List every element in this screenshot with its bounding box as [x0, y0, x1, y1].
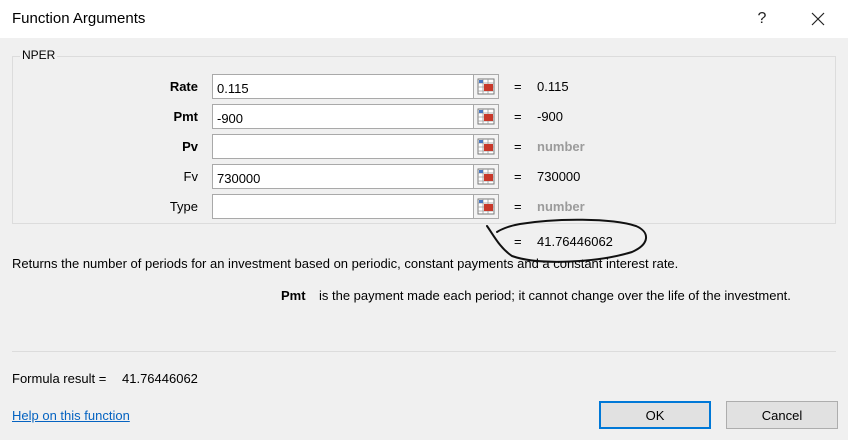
rate-range-button[interactable]: [473, 74, 499, 99]
type-range-button[interactable]: [473, 194, 499, 219]
pv-label: Pv: [182, 139, 198, 154]
close-button[interactable]: [804, 6, 832, 32]
fv-label: Fv: [183, 169, 198, 184]
pv-range-button[interactable]: [473, 134, 499, 159]
pv-input[interactable]: [212, 134, 474, 159]
arg-help-text: is the payment made each period; it cann…: [319, 288, 791, 303]
formula-result-value: 41.76446062: [122, 371, 198, 386]
collapse-range-icon: [477, 168, 495, 185]
cancel-button[interactable]: Cancel: [726, 401, 838, 429]
pmt-result: -900: [537, 109, 564, 124]
help-on-function-link[interactable]: Help on this function: [12, 408, 130, 423]
type-input[interactable]: [212, 194, 474, 219]
close-icon: [811, 12, 825, 26]
title-bar: Function Arguments ?: [0, 0, 848, 38]
ok-button[interactable]: OK: [599, 401, 711, 429]
pmt-equals: =: [514, 109, 522, 124]
collapse-range-icon: [477, 108, 495, 125]
collapse-range-icon: [477, 198, 495, 215]
dialog-title: Function Arguments: [12, 10, 146, 27]
result-equals: =: [514, 234, 522, 249]
type-label: Type: [169, 199, 198, 214]
arg-help-name: Pmt: [281, 288, 306, 303]
rate-result: 0.115: [537, 79, 569, 94]
function-description: Returns the number of periods for an inv…: [12, 256, 679, 271]
fv-result: 730000: [537, 169, 581, 184]
rate-label: Rate: [169, 79, 198, 94]
separator: [12, 351, 836, 352]
type-equals: =: [514, 199, 522, 214]
pmt-input[interactable]: [212, 104, 474, 129]
collapse-range-icon: [477, 78, 495, 95]
type-result: number: [537, 199, 585, 214]
function-result: 41.76446062: [537, 234, 613, 249]
help-button[interactable]: ?: [750, 6, 774, 32]
pmt-range-button[interactable]: [473, 104, 499, 129]
pv-equals: =: [514, 139, 522, 154]
formula-result-label: Formula result =: [12, 371, 107, 386]
pmt-label: Pmt: [173, 109, 198, 124]
pv-result: number: [537, 139, 585, 154]
fv-range-button[interactable]: [473, 164, 499, 189]
rate-input[interactable]: [212, 74, 474, 99]
fv-equals: =: [514, 169, 522, 184]
rate-equals: =: [514, 79, 522, 94]
collapse-range-icon: [477, 138, 495, 155]
fv-input[interactable]: [212, 164, 474, 189]
function-name: NPER: [20, 48, 58, 62]
